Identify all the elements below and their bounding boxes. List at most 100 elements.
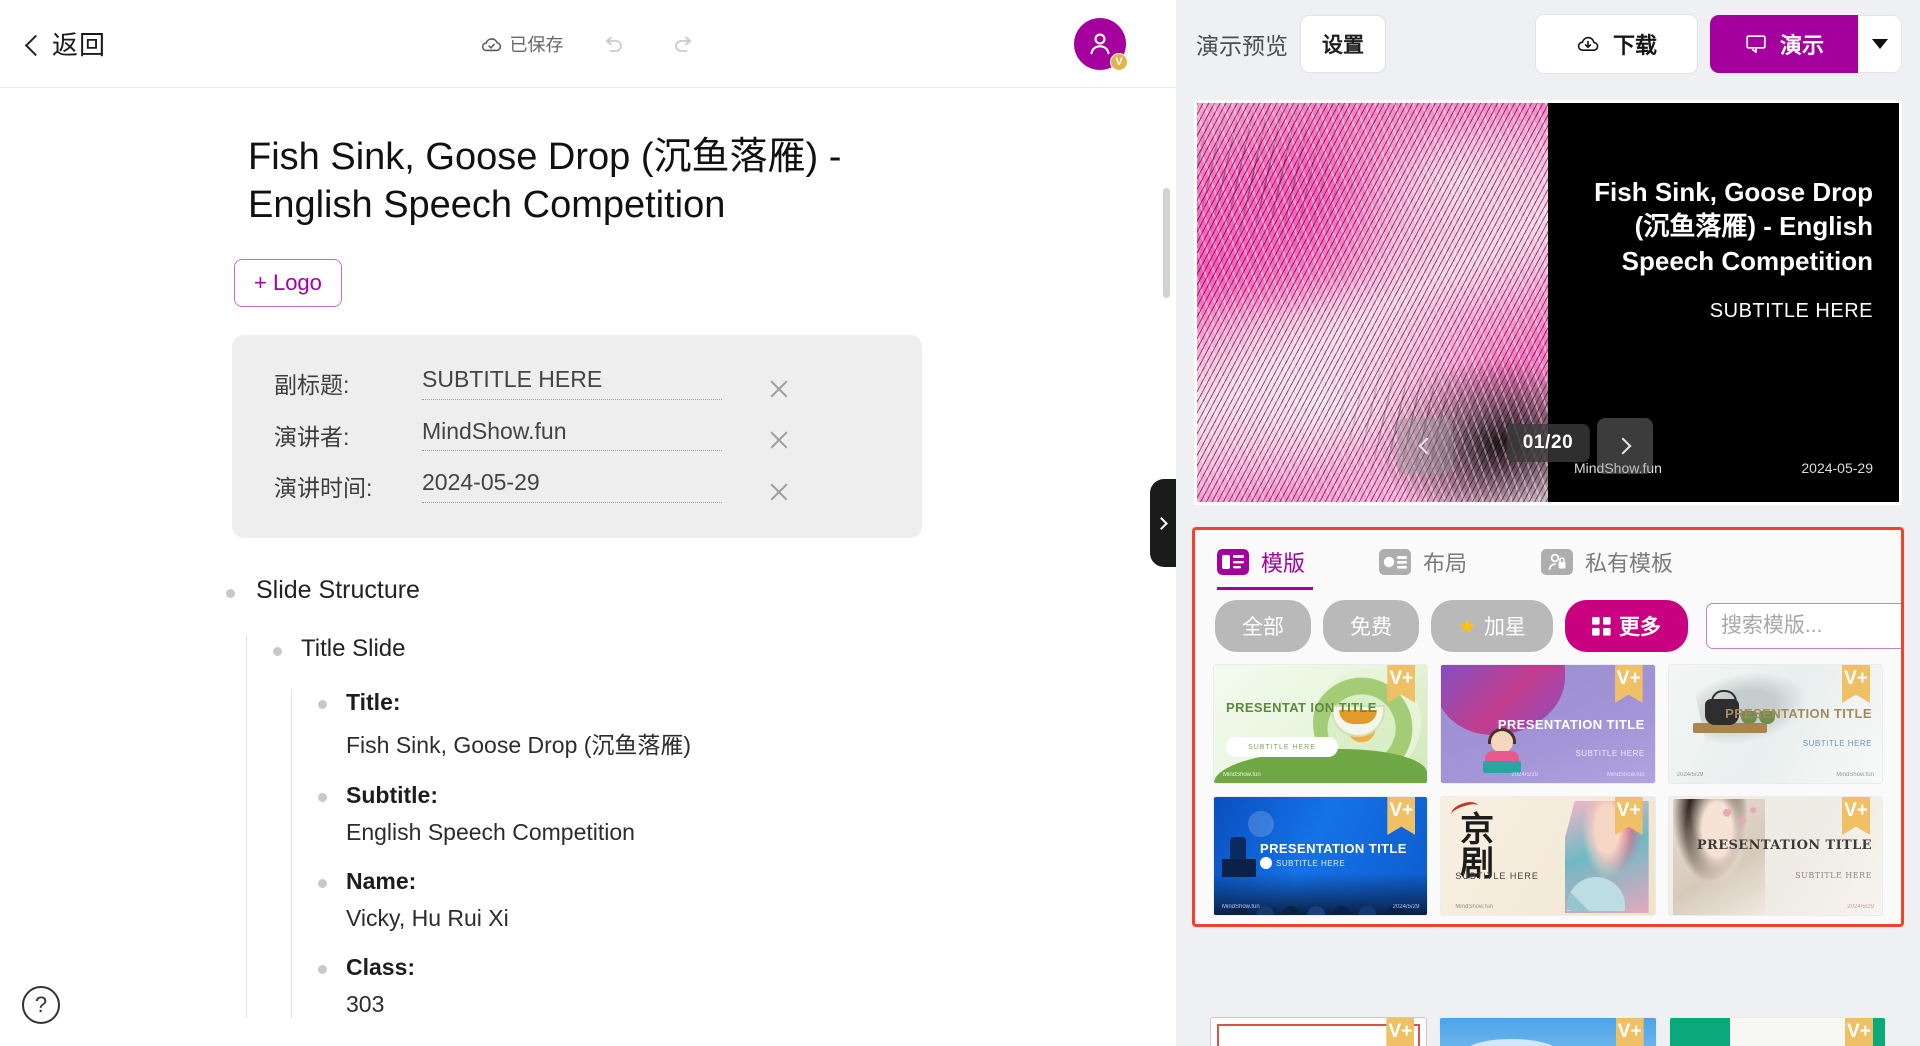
clear-presenter-icon[interactable] xyxy=(768,429,790,451)
editor-pane: 返回 已保存 V Fish Sink, Goose Drop (沉鱼落雁) - … xyxy=(0,0,1176,1046)
present-dropdown-button[interactable] xyxy=(1858,15,1902,73)
chevron-right-icon xyxy=(1155,516,1168,530)
star-icon: ★ xyxy=(1458,615,1476,638)
presentation-screen-icon xyxy=(1746,35,1766,54)
template-card[interactable]: V+ PRESENTATION TITLE SUBTITLE HERE Mind… xyxy=(1213,796,1429,916)
filter-starred[interactable]: ★ 加星 xyxy=(1431,600,1553,652)
template-card[interactable]: V+ PRESENTATION TITLE SUBTITLE HERE 2024… xyxy=(1440,664,1656,784)
metadata-row-presenter: 演讲者: MindShow.fun xyxy=(232,409,922,461)
metadata-row-subtitle: 副标题: SUBTITLE HERE xyxy=(232,357,922,409)
slide-preview[interactable]: Fish Sink, Goose Drop (沉鱼落雁) - English S… xyxy=(1194,100,1902,505)
template-title: PRESENTATION TITLE xyxy=(1696,838,1872,853)
tab-templates[interactable]: 模版 xyxy=(1217,546,1314,590)
download-button[interactable]: 下载 xyxy=(1534,14,1698,74)
template-title: PRESENTATION TITLE xyxy=(1260,841,1407,856)
tab-layout[interactable]: 布局 xyxy=(1379,546,1467,590)
outline-item-value: Fish Sink, Goose Drop (沉鱼落雁) xyxy=(346,731,692,758)
template-meta: MindShow.fun xyxy=(1455,904,1494,910)
template-subtitle: SUBTITLE HERE xyxy=(1226,737,1338,757)
play-icon xyxy=(1260,857,1272,869)
outline-node-slide[interactable]: Title Slide xyxy=(273,635,1176,663)
clear-date-icon[interactable] xyxy=(768,481,790,503)
add-logo-button[interactable]: + Logo xyxy=(234,259,342,307)
avatar[interactable]: V xyxy=(1074,17,1128,71)
back-button[interactable]: 返回 xyxy=(24,25,106,62)
template-card[interactable]: 京剧 V+ SUBTITLE HERE MindShow.fun xyxy=(1440,796,1656,916)
presenter-field[interactable]: MindShow.fun xyxy=(422,418,722,452)
template-filters: 全部 免费 ★ 加星 更多 xyxy=(1195,590,1901,652)
moon-shape xyxy=(1248,811,1274,837)
template-meta: MindShow.fun xyxy=(1222,904,1260,910)
subtitle-field[interactable]: SUBTITLE HERE xyxy=(422,366,722,400)
filter-more[interactable]: 更多 xyxy=(1564,600,1688,652)
bullet-icon xyxy=(318,964,327,974)
metadata-row-date: 演讲时间: 2024-05-29 xyxy=(232,460,922,512)
outline-item-name[interactable]: Name: Vicky, Hu Rui Xi xyxy=(318,868,1176,932)
next-slide-button[interactable] xyxy=(1597,418,1653,474)
outline-level2-group: Title Slide Title: Fish Sink, Goose Drop… xyxy=(246,634,1176,1018)
tab-private-templates-label: 私有模板 xyxy=(1585,551,1674,576)
undo-icon[interactable] xyxy=(602,32,626,56)
cloud-check-icon xyxy=(481,37,502,51)
prev-slide-button[interactable] xyxy=(1397,418,1453,474)
slide-pager: 01/20 xyxy=(1506,424,1590,462)
template-icon xyxy=(1217,549,1249,575)
metadata-label: 副标题: xyxy=(274,372,350,398)
page-title[interactable]: Fish Sink, Goose Drop (沉鱼落雁) - English S… xyxy=(248,134,908,229)
outline-item-value: 303 xyxy=(346,990,385,1017)
editor-toolbar: 返回 已保存 V xyxy=(0,0,1176,88)
chevron-left-icon xyxy=(24,36,40,52)
settings-button[interactable]: 设置 xyxy=(1300,15,1386,73)
template-card[interactable]: V+ xyxy=(1210,1017,1428,1046)
right-panel: 演示预览 设置 下载 演示 Fish Sink, Goose Drop (沉鱼落… xyxy=(1176,0,1920,1046)
template-subtitle: SUBTITLE HERE xyxy=(1276,859,1346,868)
redo-icon[interactable] xyxy=(672,32,696,56)
template-meta: MindShow.fun xyxy=(1836,772,1874,778)
filter-all[interactable]: 全部 xyxy=(1215,600,1311,652)
metadata-card: 副标题: SUBTITLE HERE 演讲者: MindShow.fun 演讲时… xyxy=(232,335,922,538)
template-title: PRESENTAT ION TITLE xyxy=(1226,700,1377,715)
template-card[interactable]: V+ xyxy=(1439,1017,1657,1046)
grid-icon xyxy=(1591,616,1611,636)
outline-item-title[interactable]: Title: Fish Sink, Goose Drop (沉鱼落雁) xyxy=(318,689,1176,760)
present-button-group: 演示 xyxy=(1709,15,1902,73)
save-status: 已保存 xyxy=(481,31,564,57)
clear-subtitle-icon[interactable] xyxy=(768,378,790,400)
back-button-label: 返回 xyxy=(52,30,107,60)
private-template-icon xyxy=(1541,549,1574,575)
outline-item-key: Class: xyxy=(346,953,416,980)
slide-footer-right: 2024-05-29 xyxy=(1801,460,1873,476)
save-status-cluster: 已保存 xyxy=(481,31,696,57)
chevron-left-icon xyxy=(1418,437,1436,455)
panel-collapse-handle[interactable] xyxy=(1150,479,1176,567)
vertical-scrollbar[interactable] xyxy=(1163,188,1170,298)
template-meta: MindShow.fun xyxy=(1223,772,1261,778)
template-card[interactable]: V+ xyxy=(1668,1017,1886,1046)
template-grid: V+ PRESENTAT ION TITLE SUBTITLE HERE Min… xyxy=(1195,652,1901,916)
template-title: PRESENTATION TITLE xyxy=(1497,717,1645,732)
template-search-box[interactable] xyxy=(1705,603,1901,649)
template-subtitle: SUBTITLE HERE xyxy=(1575,749,1645,758)
template-subtitle: SUBTITLE HERE xyxy=(1795,871,1872,880)
outline-node-root[interactable]: Slide Structure xyxy=(226,576,1176,605)
tab-private-templates[interactable]: 私有模板 xyxy=(1541,546,1673,590)
template-card[interactable]: V+ PRESENTATION TITLE SUBTITLE HERE 2024… xyxy=(1667,664,1883,784)
blossom-shape xyxy=(1718,805,1759,831)
child-illustration xyxy=(1479,728,1525,777)
date-field[interactable]: 2024-05-29 xyxy=(422,469,722,503)
save-status-label: 已保存 xyxy=(509,34,564,55)
present-button[interactable]: 演示 xyxy=(1709,15,1858,73)
search-input[interactable] xyxy=(1720,614,1901,638)
template-card[interactable]: V+ PRESENTATION TITLE SUBTITLE HERE 2024… xyxy=(1667,796,1883,916)
template-card[interactable]: V+ PRESENTAT ION TITLE SUBTITLE HERE Min… xyxy=(1213,664,1429,784)
help-button[interactable]: ? xyxy=(22,986,60,1024)
outline-item-key: Subtitle: xyxy=(346,781,438,808)
outline-slide-label: Title Slide xyxy=(301,634,406,662)
outline-item-subtitle[interactable]: Subtitle: English Speech Competition xyxy=(318,782,1176,846)
template-panel: 模版 布局 私有模板 全部 免费 ★ 加星 更多 搜索模版... V+ PRES… xyxy=(1192,527,1904,927)
filter-free[interactable]: 免费 xyxy=(1323,600,1419,652)
outline-item-key: Title: xyxy=(346,688,401,715)
outline-item-class[interactable]: Class: 303 xyxy=(318,954,1176,1018)
template-meta: 2024/5/29 xyxy=(1847,904,1874,910)
vip-tag: V+ xyxy=(1615,1018,1644,1046)
